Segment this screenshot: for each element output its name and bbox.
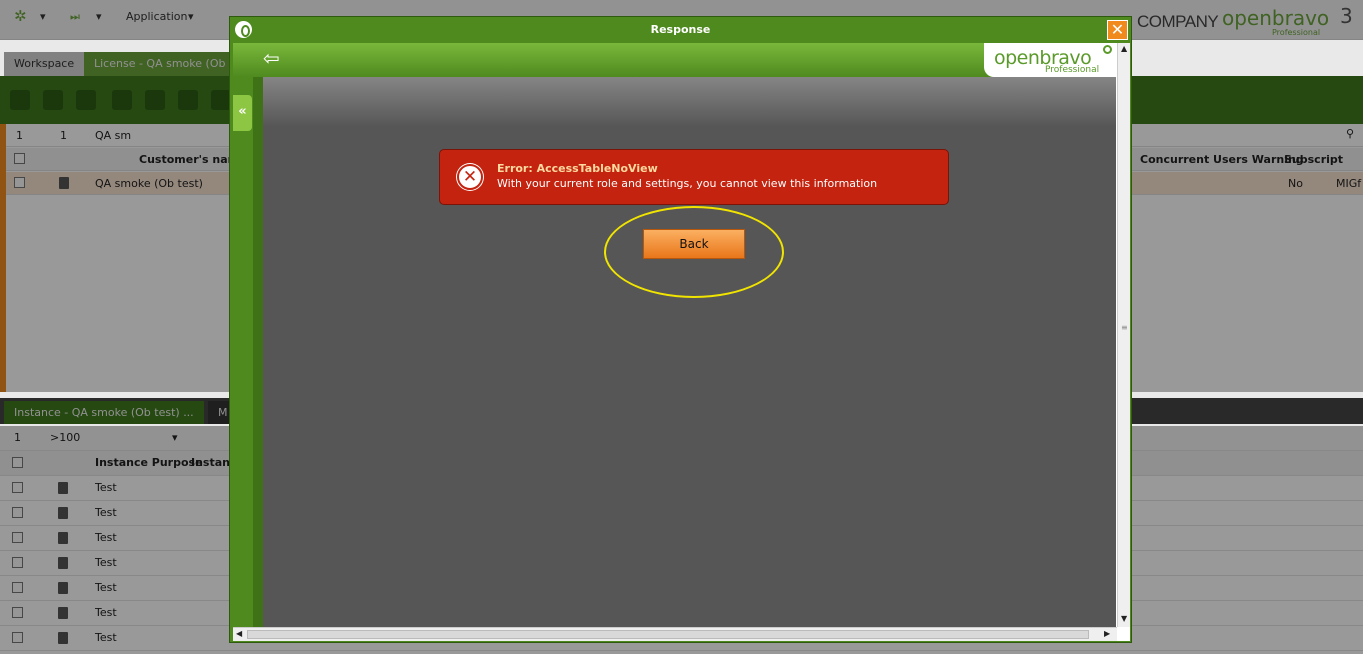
content-gradient (263, 77, 1116, 127)
error-x-icon: ✕ (457, 164, 483, 190)
collapse-menu-button[interactable]: « (233, 95, 252, 131)
version-number: 3 (1340, 4, 1353, 28)
chevron-down-icon[interactable]: ▾ (172, 431, 178, 444)
cell-instance-purpose: Test (95, 606, 117, 619)
cell-subscription: MIGf (1336, 177, 1362, 190)
filter-customer-input[interactable]: QA sm (95, 129, 131, 142)
document-icon[interactable] (58, 582, 68, 594)
dialog-header: ⇦ openbravo Professional (233, 43, 1130, 77)
filter-selected: 1 (60, 129, 67, 142)
cell-instance-purpose: Test (95, 531, 117, 544)
openbravo-brand-badge: openbravo Professional (984, 43, 1117, 77)
filter-funnel-icon[interactable]: ⚲ (1346, 127, 1354, 140)
error-message: With your current role and settings, you… (497, 177, 878, 190)
cell-instance-purpose: Test (95, 631, 117, 644)
cell-instance-purpose: Test (95, 581, 117, 594)
openbravo-edition: Professional (1272, 28, 1321, 37)
cell-instance-purpose: Test (95, 481, 117, 494)
undo-icon[interactable] (112, 90, 132, 110)
dialog-body: ⇦ openbravo Professional « ✕ Error: Acce… (233, 43, 1130, 641)
grid-view-icon[interactable] (43, 90, 63, 110)
document-icon[interactable] (58, 532, 68, 544)
cell-concurrent-users: No (1288, 177, 1303, 190)
response-dialog: Response ✕ ⇦ openbravo Professional « ✕ … (229, 16, 1132, 643)
error-message-box: ✕ Error: AccessTableNoView With your cur… (439, 149, 949, 205)
filter-count: 1 (14, 431, 21, 444)
openbravo-logo: openbravo (1222, 6, 1330, 30)
document-icon[interactable] (58, 557, 68, 569)
tab-instance[interactable]: Instance - QA smoke (Ob test) ... (4, 401, 204, 424)
cancel-icon[interactable] (145, 90, 165, 110)
scroll-up-icon[interactable]: ▲ (1121, 44, 1127, 53)
row-checkbox[interactable] (14, 177, 25, 188)
scroll-thumb[interactable] (247, 630, 1089, 639)
document-icon[interactable] (59, 177, 69, 189)
new-document-icon[interactable] (10, 90, 30, 110)
back-arrow-icon[interactable]: ⇦ (263, 48, 289, 68)
select-all-checkbox[interactable] (14, 153, 25, 164)
chevron-down-icon[interactable]: ▾ (96, 10, 102, 23)
quick-launch-icon[interactable]: ✲ (14, 7, 27, 25)
column-header-instance-purpose[interactable]: Instance Purpose (95, 456, 203, 469)
refresh-icon[interactable] (211, 90, 231, 110)
document-icon[interactable] (58, 482, 68, 494)
content-area: ✕ Error: AccessTableNoView With your cur… (263, 77, 1116, 627)
application-menu[interactable]: Application (126, 10, 187, 23)
document-icon[interactable] (58, 632, 68, 644)
tab-license[interactable]: License - QA smoke (Ob (84, 52, 244, 76)
error-title: Error: AccessTableNoView (497, 162, 658, 175)
row-checkbox[interactable] (12, 482, 23, 493)
chevron-down-icon[interactable]: ▾ (188, 10, 194, 23)
brand-mark-icon (1103, 45, 1112, 54)
dialog-title-bar[interactable]: Response ✕ (230, 17, 1131, 43)
document-icon[interactable] (58, 507, 68, 519)
cell-instance-purpose: Test (95, 556, 117, 569)
row-checkbox[interactable] (12, 557, 23, 568)
tab-workspace[interactable]: Workspace (4, 52, 85, 76)
filter-selected: >100 (50, 431, 81, 444)
scroll-right-icon[interactable]: ▶ (1104, 629, 1110, 638)
select-all-checkbox[interactable] (12, 457, 23, 468)
cell-customer: QA smoke (Ob test) (95, 177, 203, 190)
scroll-left-icon[interactable]: ◀ (236, 629, 242, 638)
row-checkbox[interactable] (12, 582, 23, 593)
vertical-scrollbar[interactable]: ▲ ≡ ▼ (1117, 43, 1130, 627)
column-header-concurrent-users[interactable]: Concurrent Users Warning (1140, 153, 1304, 166)
horizontal-scrollbar[interactable]: ◀ ▶ (233, 627, 1117, 641)
scroll-grip-icon: ≡ (1121, 323, 1128, 332)
delete-icon[interactable] (178, 90, 198, 110)
row-checkbox[interactable] (12, 532, 23, 543)
cell-instance-purpose: Test (95, 506, 117, 519)
dialog-title: Response (650, 23, 711, 36)
chevron-down-icon[interactable]: ▾ (40, 10, 46, 23)
document-icon[interactable] (58, 607, 68, 619)
brand-edition: Professional (1045, 65, 1100, 75)
side-panel-edge (253, 77, 263, 641)
close-button[interactable]: ✕ (1107, 20, 1128, 40)
column-header-subscription[interactable]: Subscript (1284, 153, 1343, 166)
back-button[interactable]: Back (643, 229, 745, 259)
row-checkbox[interactable] (12, 607, 23, 618)
fast-forward-icon[interactable]: ⏭ (70, 10, 80, 24)
scroll-down-icon[interactable]: ▼ (1121, 614, 1127, 623)
filter-count: 1 (16, 129, 23, 142)
company-name: COMPANY (1137, 12, 1219, 31)
save-icon[interactable] (76, 90, 96, 110)
row-checkbox[interactable] (12, 632, 23, 643)
row-checkbox[interactable] (12, 507, 23, 518)
